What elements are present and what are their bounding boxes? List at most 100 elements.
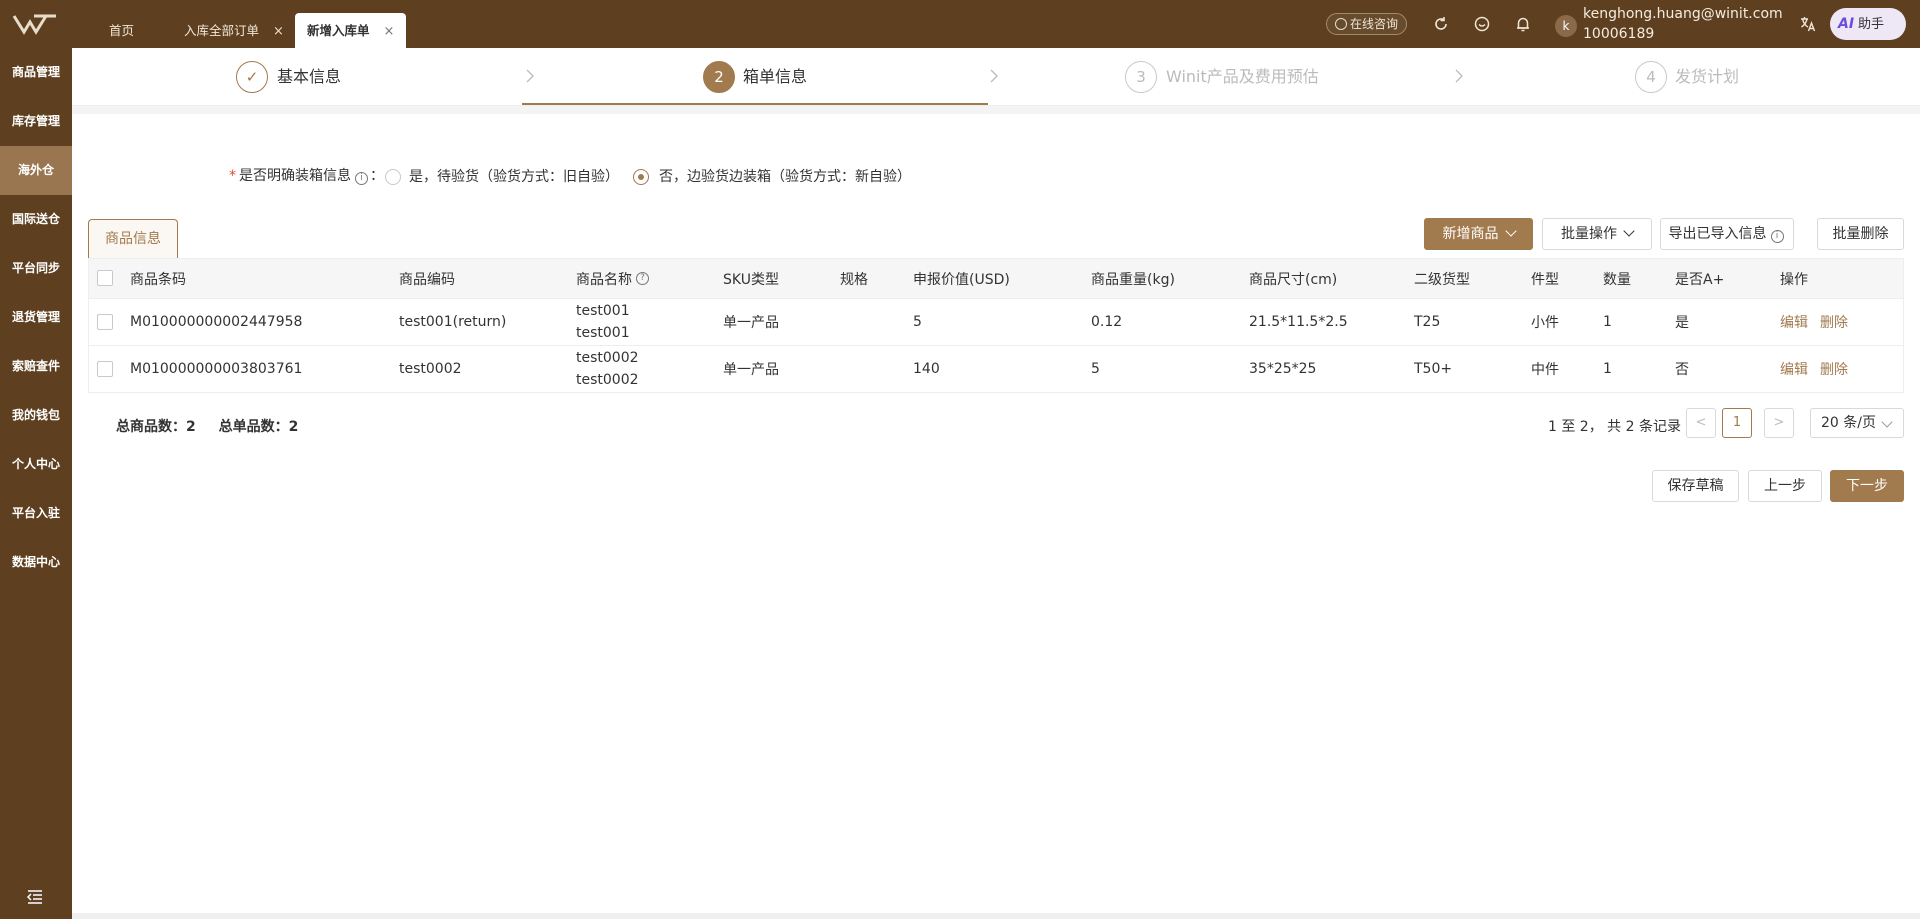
close-icon[interactable]: ×: [273, 24, 284, 39]
ai-assistant-label: 助手: [1858, 17, 1885, 32]
cell-a-plus: 否: [1675, 362, 1689, 378]
cell-piece-type: 中件: [1531, 362, 1559, 378]
ai-icon: AI: [1838, 16, 1855, 32]
cell-size: 35*25*25: [1249, 361, 1317, 377]
sidebar-item-overseas-warehouse[interactable]: 海外仓: [0, 146, 72, 195]
radio-packing-yes-label[interactable]: 是，待验货（验货方式：旧自验）: [409, 167, 619, 187]
sidebar-item-wallet[interactable]: 我的钱包: [0, 391, 72, 440]
avatar[interactable]: k: [1555, 15, 1577, 37]
edit-link[interactable]: 编辑: [1780, 312, 1808, 332]
col-piece-type: 件型: [1531, 271, 1559, 288]
prev-step-button[interactable]: 上一步: [1748, 470, 1822, 502]
radio-packing-no[interactable]: [633, 169, 649, 185]
headset-icon: [1335, 18, 1347, 30]
total-single-value: 2: [288, 419, 299, 435]
page-size-select[interactable]: 20 条/页: [1810, 408, 1904, 438]
user-email[interactable]: kenghong.huang@winit.com: [1583, 5, 1783, 23]
close-icon[interactable]: ×: [384, 24, 395, 39]
delete-link[interactable]: 删除: [1820, 359, 1848, 379]
save-draft-button[interactable]: 保存草稿: [1652, 470, 1739, 502]
cell-declared-value: 140: [913, 361, 940, 377]
refresh-icon[interactable]: [1432, 15, 1450, 33]
tab-product-info[interactable]: 商品信息: [88, 219, 178, 259]
row-checkbox[interactable]: [97, 361, 113, 377]
total-single-label: 总单品数：: [218, 419, 289, 435]
chevron-right-icon: [1455, 69, 1463, 83]
cell-actions: 编辑 删除: [1780, 299, 1860, 345]
step-indicator: ✓ 基本信息 2 箱单信息 3 Winit产品及费用预估 4 发货计划: [72, 48, 1920, 106]
cell-actions: 编辑 删除: [1780, 346, 1860, 392]
row-checkbox[interactable]: [97, 314, 113, 330]
delete-link[interactable]: 删除: [1820, 312, 1848, 332]
col-declared-value: 申报价值(USD): [913, 271, 1010, 288]
total-products-label: 总商品数：: [116, 419, 186, 435]
step-3-number: 3: [1125, 61, 1157, 93]
current-step-underline: [522, 103, 988, 105]
tab-new-inbound-label: 新增入库单: [307, 23, 370, 38]
sidebar-item-claims[interactable]: 索赔查件: [0, 342, 72, 391]
prev-page-button[interactable]: <: [1686, 408, 1716, 438]
translate-icon[interactable]: [1799, 15, 1817, 33]
col-quantity: 数量: [1603, 271, 1631, 288]
packing-info-question: * 是否明确装箱信息 i：: [229, 166, 384, 186]
required-mark: *: [229, 168, 236, 184]
export-imported-button[interactable]: 导出已导入信息 i: [1660, 218, 1794, 250]
sidebar-item-personal-center[interactable]: 个人中心: [0, 440, 72, 489]
bell-icon[interactable]: [1514, 15, 1532, 33]
tab-home[interactable]: 首页: [97, 13, 146, 48]
feedback-smile-icon[interactable]: [1473, 15, 1491, 33]
chevron-right-icon: [990, 69, 998, 83]
cell-quantity: 1: [1603, 361, 1612, 377]
online-consult-label: 在线咨询: [1350, 17, 1399, 31]
select-all-checkbox[interactable]: [97, 270, 113, 286]
cell-a-plus: 是: [1675, 315, 1689, 331]
cell-sku-type: 单一产品: [723, 315, 779, 331]
col-actions: 操作: [1780, 271, 1808, 288]
cell-barcode: M010000000003803761: [130, 361, 303, 377]
batch-operations-button[interactable]: 批量操作: [1542, 218, 1652, 250]
cell-quantity: 1: [1603, 314, 1612, 330]
page-1-button[interactable]: 1: [1722, 408, 1752, 438]
next-page-button[interactable]: >: [1764, 408, 1794, 438]
col-product-name: 商品名称?: [576, 259, 651, 298]
edit-link[interactable]: 编辑: [1780, 359, 1808, 379]
info-icon[interactable]: i: [355, 172, 368, 185]
col-product-code: 商品编码: [399, 271, 455, 288]
step-2-label: 箱单信息: [743, 67, 808, 86]
step-4-label: 发货计划: [1675, 67, 1740, 86]
cell-weight: 0.12: [1091, 314, 1123, 330]
col-product-name-label: 商品名称: [576, 271, 632, 288]
page-size-value: 20 条/页: [1821, 415, 1876, 431]
cell-cargo-type: T25: [1414, 314, 1441, 330]
cell-cargo-type: T50+: [1414, 361, 1453, 377]
chevron-down-icon: [1504, 225, 1517, 237]
col-cargo-type: 二级货型: [1414, 271, 1470, 288]
table-row: M010000000003803761 test0002 test0002 te…: [89, 345, 1903, 392]
sidebar-item-international-delivery[interactable]: 国际送仓: [0, 195, 72, 244]
radio-packing-yes[interactable]: [385, 169, 401, 185]
add-product-button[interactable]: 新增商品: [1424, 218, 1533, 250]
collapse-menu-icon[interactable]: [26, 889, 44, 905]
sidebar-item-platform-sync[interactable]: 平台同步: [0, 244, 72, 293]
winit-logo-icon[interactable]: [12, 12, 58, 36]
add-product-label: 新增商品: [1442, 226, 1499, 242]
sidebar-item-product-management[interactable]: 商品管理: [0, 48, 72, 97]
product-name-line: test0002: [576, 372, 639, 388]
sidebar-item-data-center[interactable]: 数据中心: [0, 538, 72, 587]
product-table: 商品条码 商品编码 商品名称? SKU类型 规格 申报价值(USD) 商品重量(…: [88, 258, 1904, 393]
help-icon[interactable]: ?: [636, 272, 649, 285]
product-name-line: test001: [576, 303, 630, 319]
sidebar-item-returns[interactable]: 退货管理: [0, 293, 72, 342]
cell-barcode: M010000000002447958: [130, 314, 303, 330]
sidebar-item-platform-onboarding[interactable]: 平台入驻: [0, 489, 72, 538]
question-label: 是否明确装箱信息: [239, 168, 351, 184]
cell-size: 21.5*11.5*2.5: [1249, 314, 1348, 330]
tab-inbound-orders[interactable]: 入库全部订单 ×: [172, 13, 296, 48]
sidebar-item-inventory-management[interactable]: 库存管理: [0, 97, 72, 146]
ai-assistant-button[interactable]: AI 助手: [1830, 8, 1906, 40]
batch-delete-button[interactable]: 批量删除: [1817, 218, 1904, 250]
tab-new-inbound[interactable]: 新增入库单 ×: [295, 13, 407, 48]
radio-packing-no-label[interactable]: 否，边验货边装箱（验货方式：新自验）: [659, 167, 911, 187]
online-consult-button[interactable]: 在线咨询: [1326, 13, 1408, 35]
next-step-button[interactable]: 下一步: [1830, 470, 1904, 502]
